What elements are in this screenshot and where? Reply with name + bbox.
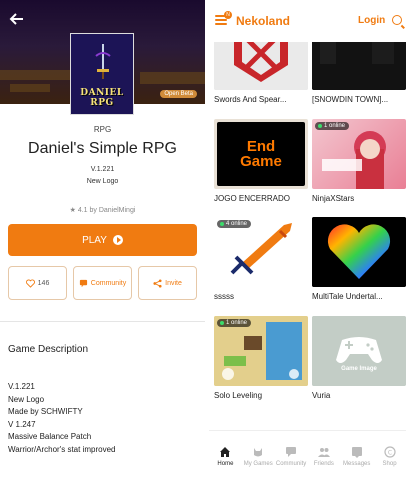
play-button[interactable]: PLAY (8, 224, 197, 256)
online-indicator: 1 online (217, 319, 252, 327)
brand-logo[interactable]: Nekoland (236, 14, 290, 28)
description-heading: Game Description (8, 344, 89, 355)
game-title: Swords And Spear... (214, 95, 287, 104)
description-line: Made by SCHWIFTY (8, 407, 83, 416)
login-button[interactable]: Login (358, 15, 385, 26)
sword-icon (95, 44, 111, 79)
nav-friends[interactable]: Friends (307, 431, 340, 481)
rainbow-heart-icon (312, 217, 406, 287)
status-tag: Open Beta (160, 90, 197, 98)
game-thumbnail: End Game (214, 119, 308, 189)
game-title: [SNOWDIN TOWN]... (312, 95, 389, 104)
game-card[interactable]: End Game JOGO ENCERRADO (214, 119, 308, 203)
game-thumbnail (312, 217, 406, 287)
thumbnail-placeholder-text: Game Image (341, 366, 377, 372)
game-card[interactable]: 4 online sssss (214, 217, 308, 301)
game-title: sssss (214, 292, 234, 301)
game-detail-panel: Open Beta DANIEL RPG RPG Daniel's Simple… (0, 0, 205, 481)
game-title: Solo Leveling (214, 391, 263, 400)
bottom-nav: Home My Games Community Friends Messages… (209, 430, 406, 481)
game-title: NinjaXStars (312, 194, 355, 203)
rating-author[interactable]: ★ 4.1 by DanielMingi (0, 206, 205, 214)
share-icon (153, 278, 162, 288)
community-button[interactable]: Community (73, 266, 132, 300)
nav-my-games[interactable]: My Games (242, 431, 275, 481)
thumbnail-title: End Game (240, 138, 282, 170)
game-thumbnail: 1 online (312, 119, 406, 189)
game-logo: DANIEL RPG (70, 33, 134, 115)
invite-button[interactable]: Invite (138, 266, 197, 300)
heart-icon (25, 278, 35, 288)
game-thumbnail: 1 online (214, 316, 308, 386)
friends-icon (317, 447, 330, 457)
section-divider (0, 321, 205, 322)
game-list-panel: N Nekoland Login Swords And Spear... [SN… (209, 0, 406, 481)
nav-home[interactable]: Home (209, 431, 242, 481)
gamepad-icon (312, 316, 406, 386)
nav-community[interactable]: Community (275, 431, 308, 481)
description-body: V.1.221 New Logo Made by SCHWIFTY V 1.24… (8, 381, 115, 456)
update-note: New Logo (86, 178, 119, 185)
like-button[interactable]: 146 (8, 266, 67, 300)
game-card[interactable]: 1 online NinjaXStars (312, 119, 406, 203)
chat-icon (286, 446, 297, 457)
community-label: Community (90, 279, 127, 287)
play-label: PLAY (82, 234, 107, 246)
search-icon[interactable] (392, 15, 402, 25)
game-card[interactable]: 1 online Solo Leveling (214, 316, 308, 400)
notification-badge: N (224, 11, 232, 19)
coin-icon: C (383, 445, 396, 458)
home-icon (220, 446, 231, 457)
game-title: JOGO ENCERRADO (214, 194, 291, 203)
message-icon (351, 446, 362, 458)
invite-label: Invite (165, 279, 182, 287)
online-indicator: 1 online (315, 122, 350, 130)
game-title: Vuria (312, 391, 331, 400)
game-title: Daniel's Simple RPG (28, 140, 177, 157)
game-thumbnail: 4 online (214, 217, 308, 287)
game-thumbnail: Game Image (312, 316, 406, 386)
svg-text:C: C (387, 449, 391, 456)
game-card[interactable]: Game Image Vuria (312, 316, 406, 400)
description-line: New Logo (8, 394, 45, 404)
top-bar: N Nekoland Login (209, 0, 406, 42)
description-line: Massive Balance Patch (8, 432, 92, 441)
play-icon (112, 235, 123, 245)
nav-shop[interactable]: C Shop (373, 431, 406, 481)
like-count: 146 (37, 279, 50, 287)
action-row: 146 Community Invite (8, 266, 197, 300)
game-card[interactable]: MultiTale Undertal... (312, 217, 406, 301)
back-arrow-icon[interactable] (8, 10, 26, 28)
nav-messages[interactable]: Messages (340, 431, 373, 481)
chat-icon (79, 279, 87, 287)
game-title: MultiTale Undertal... (312, 292, 383, 301)
genre-label: RPG (93, 125, 112, 134)
logo-text: DANIEL RPG (80, 88, 124, 108)
version-label: V.1.221 (90, 166, 115, 173)
cat-icon (254, 447, 263, 456)
description-line: Warrior/Archor's stat improved (8, 444, 116, 454)
description-line: V 1.247 (8, 419, 36, 429)
description-line: V.1.221 (8, 382, 35, 391)
online-indicator: 4 online (217, 220, 252, 228)
